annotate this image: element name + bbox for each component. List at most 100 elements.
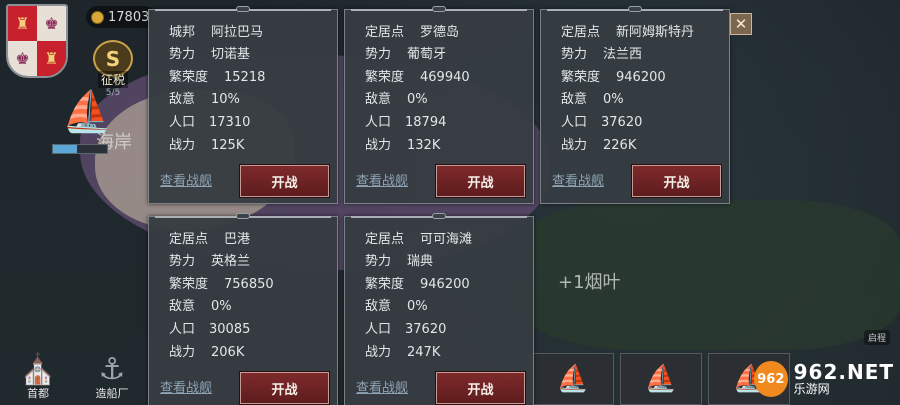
population-value: 17310 xyxy=(209,115,251,130)
hostility-label: 敌意 xyxy=(561,92,588,107)
type-label: 定居点 xyxy=(169,232,209,247)
target-card: 定居点 新阿姆斯特丹 势力 法兰西 繁荣度 946200 敌意 0% 人口 37620 战… xyxy=(540,6,730,204)
capitol-icon: ⛪ xyxy=(19,352,57,387)
corner-tag[interactable]: 启程 xyxy=(863,330,890,345)
faction-label: 势力 xyxy=(365,47,392,62)
watermark-small: 乐游网 xyxy=(793,382,830,397)
start-battle-button[interactable]: 开战 xyxy=(239,371,330,405)
power-value: 125K xyxy=(211,138,245,153)
target-card: 定居点 巴港 势力 英格兰 繁荣度 756850 敌意 0% 人口 30085 战力 206… xyxy=(148,213,338,405)
hostility-value: 0% xyxy=(407,299,428,314)
close-icon: ✕ xyxy=(734,15,748,33)
population-value: 37620 xyxy=(405,322,447,337)
nation-flag[interactable]: ♜ ♚ ♚ ♜ xyxy=(6,4,68,78)
prosperity-label: 繁荣度 xyxy=(365,70,405,85)
view-warships-link[interactable]: 查看战舰 xyxy=(552,170,604,189)
start-battle-button[interactable]: 开战 xyxy=(631,164,722,198)
watermark-big: 962.NET xyxy=(793,360,894,385)
type-label: 定居点 xyxy=(561,25,601,40)
power-value: 132K xyxy=(407,138,441,153)
hostility-label: 敌意 xyxy=(169,299,196,314)
prosperity-value: 469940 xyxy=(420,70,470,85)
fleet-ship-icon[interactable]: ⛵ xyxy=(58,86,116,136)
prosperity-value: 946200 xyxy=(420,277,470,292)
faction-value: 法兰西 xyxy=(603,47,643,62)
power-value: 247K xyxy=(407,345,441,360)
ship-icon: ⛵ xyxy=(556,364,590,394)
faction-label: 势力 xyxy=(561,47,588,62)
shipyard-button[interactable]: ⚓ 造船厂 xyxy=(84,343,140,401)
population-value: 18794 xyxy=(405,115,447,130)
view-warships-link[interactable]: 查看战舰 xyxy=(356,170,408,189)
hostility-label: 敌意 xyxy=(365,92,392,107)
hostility-value: 0% xyxy=(211,299,232,314)
castle-icon: ♚ xyxy=(8,41,37,76)
capital-button[interactable]: ⛪ 首都 xyxy=(10,343,66,401)
start-battle-button[interactable]: 开战 xyxy=(239,164,330,198)
gold-amount: 17803 xyxy=(108,9,150,25)
target-card: 城邦 阿拉巴马 势力 切诺基 繁荣度 15218 敌意 10% 人口 17310 战力 12… xyxy=(148,6,338,204)
population-label: 人口 xyxy=(365,322,392,337)
faction-value: 切诺基 xyxy=(211,47,251,62)
power-label: 战力 xyxy=(169,345,196,360)
hostility-value: 0% xyxy=(603,92,624,107)
power-label: 战力 xyxy=(169,138,196,153)
view-warships-link[interactable]: 查看战舰 xyxy=(160,170,212,189)
card-clip xyxy=(628,6,642,12)
close-button[interactable]: ✕ xyxy=(730,13,752,35)
ship-icon: ⛵ xyxy=(644,364,678,394)
hostility-value: 0% xyxy=(407,92,428,107)
target-name: 阿拉巴马 xyxy=(211,25,264,40)
prosperity-label: 繁荣度 xyxy=(169,277,209,292)
target-name: 巴港 xyxy=(224,232,251,247)
hostility-label: 敌意 xyxy=(365,299,392,314)
lion-icon: ♜ xyxy=(37,41,66,76)
target-name: 罗德岛 xyxy=(420,25,460,40)
view-warships-link[interactable]: 查看战舰 xyxy=(160,377,212,396)
faction-value: 瑞典 xyxy=(407,254,434,269)
capital-label: 首都 xyxy=(27,387,49,400)
prosperity-value: 15218 xyxy=(224,70,266,85)
hostility-value: 10% xyxy=(211,92,240,107)
gold-counter: 17803 xyxy=(86,6,156,28)
population-value: 30085 xyxy=(209,322,251,337)
card-clip xyxy=(236,213,250,219)
faction-label: 势力 xyxy=(365,254,392,269)
population-label: 人口 xyxy=(169,115,196,130)
shipyard-icon: ⚓ xyxy=(98,352,126,387)
watermark-logo: 962 xyxy=(754,361,788,397)
population-label: 人口 xyxy=(561,115,588,130)
hostility-label: 敌意 xyxy=(169,92,196,107)
target-name: 可可海滩 xyxy=(420,232,473,247)
target-name: 新阿姆斯特丹 xyxy=(616,25,695,40)
faction-value: 英格兰 xyxy=(211,254,251,269)
target-card: 定居点 罗德岛 势力 葡萄牙 繁荣度 469940 敌意 0% 人口 18794 战力 13… xyxy=(344,6,534,204)
prosperity-label: 繁荣度 xyxy=(561,70,601,85)
site-watermark: 962 962.NET 乐游网 xyxy=(754,357,894,401)
power-label: 战力 xyxy=(561,138,588,153)
power-label: 战力 xyxy=(365,138,392,153)
prosperity-label: 繁荣度 xyxy=(365,277,405,292)
type-label: 定居点 xyxy=(365,232,405,247)
type-label: 定居点 xyxy=(365,25,405,40)
faction-value: 葡萄牙 xyxy=(407,47,447,62)
start-battle-button[interactable]: 开战 xyxy=(435,164,526,198)
power-value: 206K xyxy=(211,345,245,360)
resource-map-label: +1烟叶 xyxy=(558,272,621,293)
lion-icon: ♜ xyxy=(8,6,37,41)
ship-slot[interactable]: ⛵ xyxy=(620,353,702,405)
view-warships-link[interactable]: 查看战舰 xyxy=(356,377,408,396)
card-clip xyxy=(236,6,250,12)
faction-label: 势力 xyxy=(169,254,196,269)
power-value: 226K xyxy=(603,138,637,153)
prosperity-label: 繁荣度 xyxy=(169,70,209,85)
population-value: 37620 xyxy=(601,115,643,130)
ship-slot[interactable]: ⛵ xyxy=(532,353,614,405)
population-label: 人口 xyxy=(365,115,392,130)
start-battle-button[interactable]: 开战 xyxy=(435,371,526,405)
type-label: 城邦 xyxy=(169,25,196,40)
faction-label: 势力 xyxy=(169,47,196,62)
fleet-hp-bar xyxy=(52,144,108,154)
fleet-hp-fill xyxy=(53,145,78,153)
target-card: 定居点 可可海滩 势力 瑞典 繁荣度 946200 敌意 0% 人口 37620 战力 24… xyxy=(344,213,534,405)
